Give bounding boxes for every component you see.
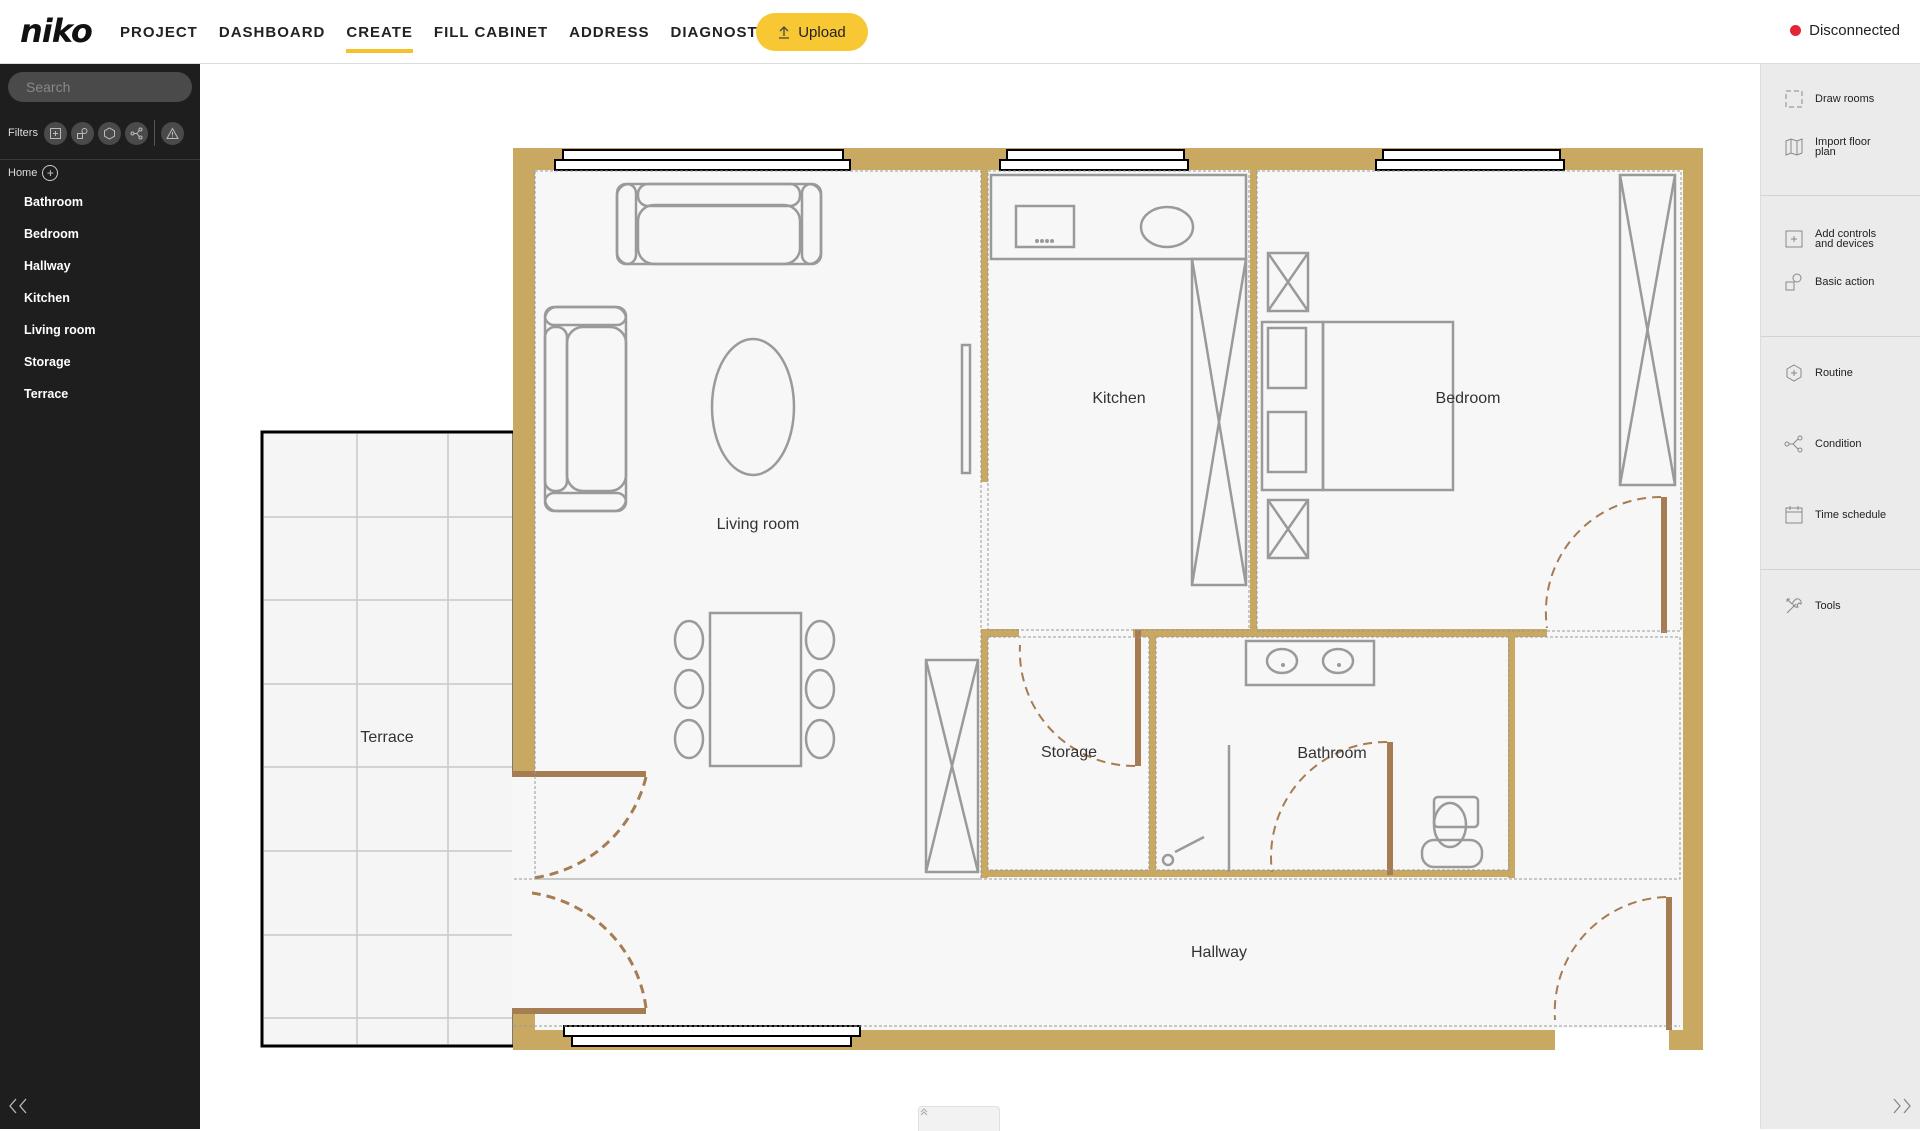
- condition-label: Condition: [1815, 438, 1862, 450]
- room-list: Bathroom Bedroom Hallway Kitchen Living …: [24, 194, 96, 418]
- add-controls-button[interactable]: Add controls and devices: [1783, 228, 1876, 250]
- calendar-icon: [1783, 504, 1805, 526]
- nav-create[interactable]: CREATE: [346, 18, 413, 53]
- basic-action-label: Basic action: [1815, 276, 1875, 288]
- room-label-terrace[interactable]: Terrace: [360, 729, 413, 747]
- upload-icon: [779, 26, 790, 39]
- branch-icon: [1783, 433, 1805, 455]
- room-label-bedroom[interactable]: Bedroom: [1436, 390, 1501, 408]
- room-label-kitchen[interactable]: Kitchen: [1092, 390, 1145, 408]
- add-controls-label: Add controls and devices: [1815, 228, 1877, 250]
- filters-bar: Filters: [8, 120, 184, 146]
- hexagon-plus-icon: [1783, 362, 1805, 384]
- floorplan-drawing: [260, 148, 1703, 1052]
- tools-panel: Draw rooms Import floor plan Add controls…: [1760, 64, 1920, 1129]
- nav-dashboard[interactable]: DASHBOARD: [219, 18, 326, 47]
- tools-divider: [1761, 195, 1920, 196]
- room-item-terrace[interactable]: Terrace: [24, 386, 96, 418]
- room-label-living-room[interactable]: Living room: [717, 516, 800, 534]
- top-bar: niko PROJECT DASHBOARD CREATE FILL CABIN…: [0, 0, 1920, 64]
- map-icon: [1783, 136, 1805, 158]
- condition-button[interactable]: Condition: [1783, 433, 1861, 455]
- tools-button[interactable]: Tools: [1783, 595, 1841, 617]
- room-item-bedroom[interactable]: Bedroom: [24, 226, 96, 258]
- nav-fill-cabinet[interactable]: FILL CABINET: [434, 18, 548, 47]
- status-label: Disconnected: [1809, 22, 1900, 39]
- expand-bottom-panel-icon[interactable]: [918, 1106, 1000, 1131]
- filters-label: Filters: [8, 127, 38, 139]
- tools-label: Tools: [1815, 600, 1841, 612]
- room-sidebar: Filters Home + Bathroom Bedroom Hallway …: [0, 64, 200, 1129]
- filter-add-box-icon[interactable]: [43, 121, 67, 145]
- collapse-right-icon[interactable]: [1888, 1097, 1912, 1121]
- upload-label: Upload: [798, 23, 846, 41]
- sidebar-divider: [0, 159, 200, 160]
- room-item-kitchen[interactable]: Kitchen: [24, 290, 96, 322]
- home-label: Home: [8, 167, 38, 179]
- room-label-storage[interactable]: Storage: [1041, 744, 1097, 762]
- floorplan-canvas[interactable]: Living room Kitchen Bedroom Storage Bath…: [200, 64, 1760, 1131]
- add-box-icon: [1783, 228, 1805, 250]
- niko-logo[interactable]: niko: [20, 12, 93, 50]
- connection-status: Disconnected: [1790, 22, 1900, 39]
- filter-hexagon-icon[interactable]: [97, 121, 121, 145]
- routine-button[interactable]: Routine: [1783, 362, 1853, 384]
- filter-branch-icon[interactable]: [124, 121, 148, 145]
- room-item-bathroom[interactable]: Bathroom: [24, 194, 96, 226]
- add-room-icon[interactable]: +: [42, 165, 59, 181]
- upload-button[interactable]: Upload: [756, 13, 868, 51]
- room-label-hallway[interactable]: Hallway: [1191, 944, 1247, 962]
- filter-divider: [153, 120, 155, 146]
- import-floor-plan-label: Import floor plan: [1815, 136, 1871, 158]
- room-item-hallway[interactable]: Hallway: [24, 258, 96, 290]
- draw-rooms-button[interactable]: Draw rooms: [1783, 88, 1874, 110]
- room-label-bathroom[interactable]: Bathroom: [1297, 745, 1366, 763]
- time-schedule-button[interactable]: Time schedule: [1783, 504, 1886, 526]
- shapes-icon: [1783, 271, 1805, 293]
- filter-warning-icon[interactable]: [160, 121, 184, 145]
- nav-project[interactable]: PROJECT: [120, 18, 198, 47]
- draw-rooms-label: Draw rooms: [1815, 93, 1875, 105]
- routine-label: Routine: [1815, 367, 1853, 379]
- draw-rooms-icon: [1783, 88, 1805, 110]
- outer-walls: [512, 148, 1703, 1052]
- time-schedule-label: Time schedule: [1815, 509, 1887, 521]
- room-item-storage[interactable]: Storage: [24, 354, 96, 386]
- status-dot-icon: [1790, 25, 1802, 36]
- collapse-left-icon[interactable]: [8, 1097, 32, 1121]
- home-row[interactable]: Home +: [8, 165, 59, 181]
- tools-divider: [1761, 336, 1920, 337]
- wrench-icon: [1783, 595, 1805, 617]
- main-nav: PROJECT DASHBOARD CREATE FILL CABINET AD…: [120, 0, 828, 64]
- nav-address[interactable]: ADDRESS: [569, 18, 649, 47]
- search-input[interactable]: [8, 72, 192, 102]
- tools-divider: [1761, 569, 1920, 570]
- filter-shapes-icon[interactable]: [70, 121, 94, 145]
- import-floor-plan-button[interactable]: Import floor plan: [1783, 136, 1871, 158]
- room-item-living-room[interactable]: Living room: [24, 322, 96, 354]
- basic-action-button[interactable]: Basic action: [1783, 271, 1874, 293]
